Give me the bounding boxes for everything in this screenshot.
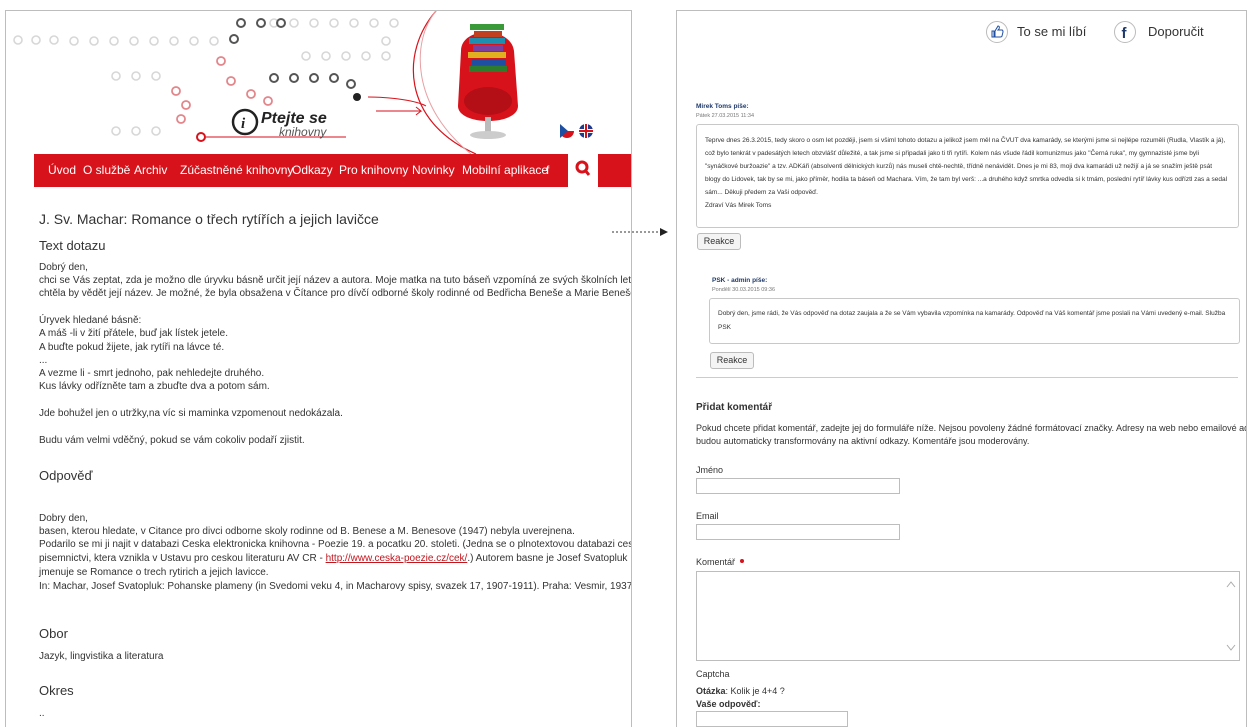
nav-odkazy[interactable]: Odkazy — [292, 163, 333, 177]
question-line: chci se Vás zeptat, zda je možno dle úry… — [39, 275, 632, 286]
question-line: chtěla by vědět její název. Je možné, že… — [39, 288, 632, 299]
answer-line: jmenuje se Romance o trech rytirich a je… — [39, 567, 269, 578]
question-line: ... — [39, 355, 48, 366]
like-icon[interactable] — [985, 20, 1009, 44]
like-label[interactable]: To se mi líbí — [1017, 25, 1086, 39]
question-line: Jde bohužel jen o utržky,na víc si mamin… — [39, 408, 343, 419]
question-line: Úryvek hledané básně: — [39, 315, 142, 326]
question-line: A máš -li v žití přátele, buď jak lístek… — [39, 328, 228, 339]
captcha-question: Otázka: Kolik je 4+4 ? — [696, 686, 785, 696]
comment-label: Komentář — [696, 557, 736, 567]
ceska-poezie-link[interactable]: http://www.ceska-poezie.cz/cek/ — [326, 553, 468, 564]
comments-panel: To se mi líbí f Doporučit Mirek Toms píš… — [676, 10, 1247, 727]
name-label: Jméno — [696, 465, 724, 475]
facebook-nav-icon[interactable]: f — [546, 163, 549, 177]
comment-line: sám... Děkuji předem za Vaši odpověď. — [705, 189, 818, 196]
svg-text:i: i — [241, 116, 246, 132]
comment-line: "synáčkové buržoazie" a tzv. ADKáři (abs… — [705, 163, 1213, 170]
required-marker — [740, 559, 744, 563]
comment-box: Teprve dnes 26.3.2015, tedy skoro o osm … — [696, 124, 1239, 228]
divider — [696, 377, 1238, 378]
district-heading: Okres — [39, 683, 74, 698]
comment-line: Dobrý den, jsme rádi, že Vás odpověď na … — [718, 310, 1226, 317]
logo-icon: i — [231, 108, 259, 136]
nav-mobilni-aplikace[interactable]: Mobilní aplikace — [462, 163, 548, 177]
comment-line: PSK — [718, 324, 732, 331]
reply-button[interactable]: Reakce — [710, 352, 754, 369]
nav-zucastnene-knihovny[interactable]: Zúčastněné knihovny — [180, 163, 293, 177]
answer-heading: Odpověď — [39, 468, 93, 483]
comment-textarea[interactable] — [696, 571, 1240, 661]
scroll-down-icon[interactable] — [1226, 644, 1236, 652]
nav-pro-knihovny[interactable]: Pro knihovny — [339, 163, 408, 177]
comment-line: blogy do Lidovek, tak by se mi, jako pří… — [705, 176, 1228, 183]
czech-flag-icon[interactable] — [560, 124, 574, 138]
captcha-answer-input[interactable] — [696, 711, 848, 727]
nav-novinky[interactable]: Novinky — [412, 163, 455, 177]
comment-box: Dobrý den, jsme rádi, že Vás odpověď na … — [709, 298, 1240, 344]
comment-date: Pondělí 30.03.2015 09:36 — [712, 287, 776, 293]
main-navigation: Úvod O službě Archiv Zúčastněné knihovny… — [34, 154, 631, 187]
page-title: J. Sv. Machar: Romance o třech rytířích … — [39, 211, 379, 227]
question-heading: Text dotazu — [39, 238, 106, 253]
site-header: i Ptejte se knihovny — [6, 11, 631, 154]
answer-line-with-link: pisemnictvi, ktera vznikla v Ustavu pro … — [39, 553, 631, 564]
answer-line: Podarilo se mi ji najit v databazi Ceska… — [39, 539, 632, 550]
connector-arrow-icon — [612, 228, 668, 236]
scroll-up-icon[interactable] — [1226, 580, 1236, 588]
field-value: Jazyk, lingvistika a literatura — [39, 651, 164, 662]
recommend-label[interactable]: Doporučit — [1148, 25, 1204, 39]
comment-line: což bylo tenkrát v padesátých letech obz… — [705, 150, 1200, 157]
add-comment-info: budou automaticky transformovány na akti… — [696, 436, 1030, 446]
question-line: A vezme li - smrt jednoho, pak nehledejt… — [39, 368, 265, 379]
nav-archiv[interactable]: Archiv — [134, 163, 167, 177]
question-line: Budu vám velmi vděčný, pokud se vám coko… — [39, 435, 305, 446]
reply-button[interactable]: Reakce — [697, 233, 741, 250]
logo-subtitle: knihovny — [279, 125, 327, 139]
question-line: A buďte pokud žijete, jak rytíři na lávc… — [39, 342, 225, 353]
add-comment-heading: Přidat komentář — [696, 402, 773, 413]
email-input[interactable] — [696, 524, 900, 540]
answer-line: Dobry den, — [39, 513, 88, 524]
answer-line: In: Machar, Josef Svatopluk: Pohanske pl… — [39, 581, 632, 592]
question-line: Dobrý den, — [39, 262, 88, 273]
answer-line: basen, kterou hledate, v Citance pro div… — [39, 526, 575, 537]
question-line: Kus lávky odřízněte tam a zbuďte dva a p… — [39, 381, 270, 392]
comment-line: Zdraví Vás Mirek Toms — [705, 202, 772, 209]
captcha-label: Captcha — [696, 669, 730, 679]
captcha-answer-label: Vaše odpověď: — [696, 699, 761, 709]
comment-line: Teprve dnes 26.3.2015, tedy skoro o osm … — [705, 137, 1226, 144]
nav-o-sluzbe[interactable]: O službě — [83, 163, 130, 177]
search-icon — [575, 160, 591, 176]
question-page-panel: i Ptejte se knihovny Úvod O službě Archi… — [5, 10, 632, 727]
nav-uvod[interactable]: Úvod — [48, 163, 76, 177]
facebook-icon[interactable]: f — [1113, 20, 1137, 44]
comment-date: Pátek 27.03.2015 11:34 — [696, 113, 755, 119]
search-button[interactable] — [568, 154, 598, 187]
email-label: Email — [696, 511, 719, 521]
district-value: .. — [39, 708, 45, 719]
name-input[interactable] — [696, 478, 900, 494]
field-heading: Obor — [39, 626, 68, 641]
add-comment-info: Pokud chcete přidat komentář, zadejte je… — [696, 423, 1247, 433]
english-flag-icon[interactable] — [579, 124, 593, 138]
